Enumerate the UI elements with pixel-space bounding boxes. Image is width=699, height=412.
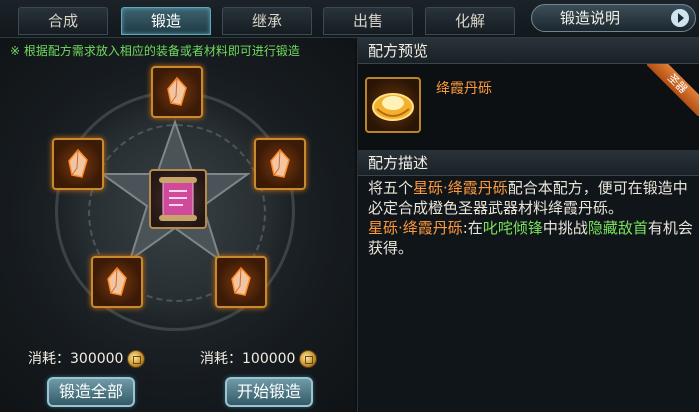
desc-highlight-boss: 隐藏敌首: [587, 219, 648, 237]
desc-text: 中挑战: [542, 219, 588, 237]
desc-text: 将五个: [368, 179, 414, 197]
material-slot-left[interactable]: [52, 138, 104, 190]
material-slot-right[interactable]: [254, 138, 306, 190]
material-slot-top[interactable]: [151, 66, 203, 118]
crystal-shard-icon: [107, 266, 127, 296]
recipe-slot[interactable]: [149, 169, 207, 229]
sacred-badge-label: 圣器: [647, 64, 699, 116]
play-arrow-icon: [671, 9, 689, 27]
desc-text: :在: [462, 219, 483, 237]
crystal-shard-icon: [270, 148, 290, 178]
tab-sell[interactable]: 出售: [323, 7, 413, 35]
crystal-shard-icon: [231, 266, 251, 296]
start-forge-cost-value: 100000: [242, 351, 296, 367]
tab-dissolve[interactable]: 化解: [425, 7, 515, 35]
forge-all-cost-value: 300000: [70, 351, 124, 367]
start-forge-cost: 消耗：100000: [200, 348, 318, 368]
start-forge-cost-label: 消耗：: [200, 351, 242, 367]
result-item-slot[interactable]: [365, 77, 421, 133]
desc-highlight-item: 星砾·绛霞丹砾: [368, 219, 463, 237]
tab-forge[interactable]: 锻造: [121, 7, 211, 35]
recipe-desc-title: 配方描述: [358, 150, 699, 176]
forge-hint: ※ 根据配方需求放入相应的装备或者材料即可进行锻造: [10, 44, 300, 58]
coin-icon: [127, 350, 146, 368]
desc-paragraph-1: 将五个星砾·绛霞丹砾配合本配方，便可在锻造中必定合成橙色圣器武器材料绛霞丹砾。: [368, 178, 694, 218]
recipe-panel: 配方预览 绛霞丹砾 圣器 配方描述 将五个星砾·绛霞丹砾配合本配方，便可在锻造中…: [357, 38, 699, 412]
forge-help-button[interactable]: 锻造说明: [531, 4, 696, 32]
desc-highlight-item: 星砾·绛霞丹砾: [413, 179, 508, 197]
desc-paragraph-2: 星砾·绛霞丹砾:在叱咤倾锋中挑战隐藏敌首有机会获得。: [368, 218, 694, 258]
desc-highlight-location: 叱咤倾锋: [482, 219, 543, 237]
material-slot-bottom-left[interactable]: [91, 256, 143, 308]
result-item-name: 绛霞丹砾: [436, 81, 492, 97]
start-forge-button[interactable]: 开始锻造: [225, 377, 313, 407]
tab-inherit[interactable]: 继承: [222, 7, 312, 35]
tab-synthesize[interactable]: 合成: [18, 7, 108, 35]
recipe-description: 将五个星砾·绛霞丹砾配合本配方，便可在锻造中必定合成橙色圣器武器材料绛霞丹砾。 …: [368, 178, 694, 258]
forge-all-cost-label: 消耗：: [28, 351, 70, 367]
recipe-scroll-icon: [159, 177, 197, 221]
sacred-badge: 圣器: [647, 64, 699, 116]
crystal-shard-icon: [68, 148, 88, 178]
material-slot-bottom-right[interactable]: [215, 256, 267, 308]
coin-icon: [299, 350, 318, 368]
ingot-icon: [372, 93, 414, 121]
tab-bar: 合成 锻造 继承 出售 化解 锻造说明: [0, 0, 699, 38]
crystal-shard-icon: [167, 76, 187, 106]
forge-all-cost: 消耗：300000: [28, 348, 146, 368]
forge-help-label: 锻造说明: [560, 9, 621, 27]
recipe-preview-title: 配方预览: [358, 38, 699, 64]
forge-all-button[interactable]: 锻造全部: [47, 377, 135, 407]
forge-panel: ※ 根据配方需求放入相应的装备或者材料即可进行锻造 消耗：300000 消耗：1…: [0, 38, 355, 412]
